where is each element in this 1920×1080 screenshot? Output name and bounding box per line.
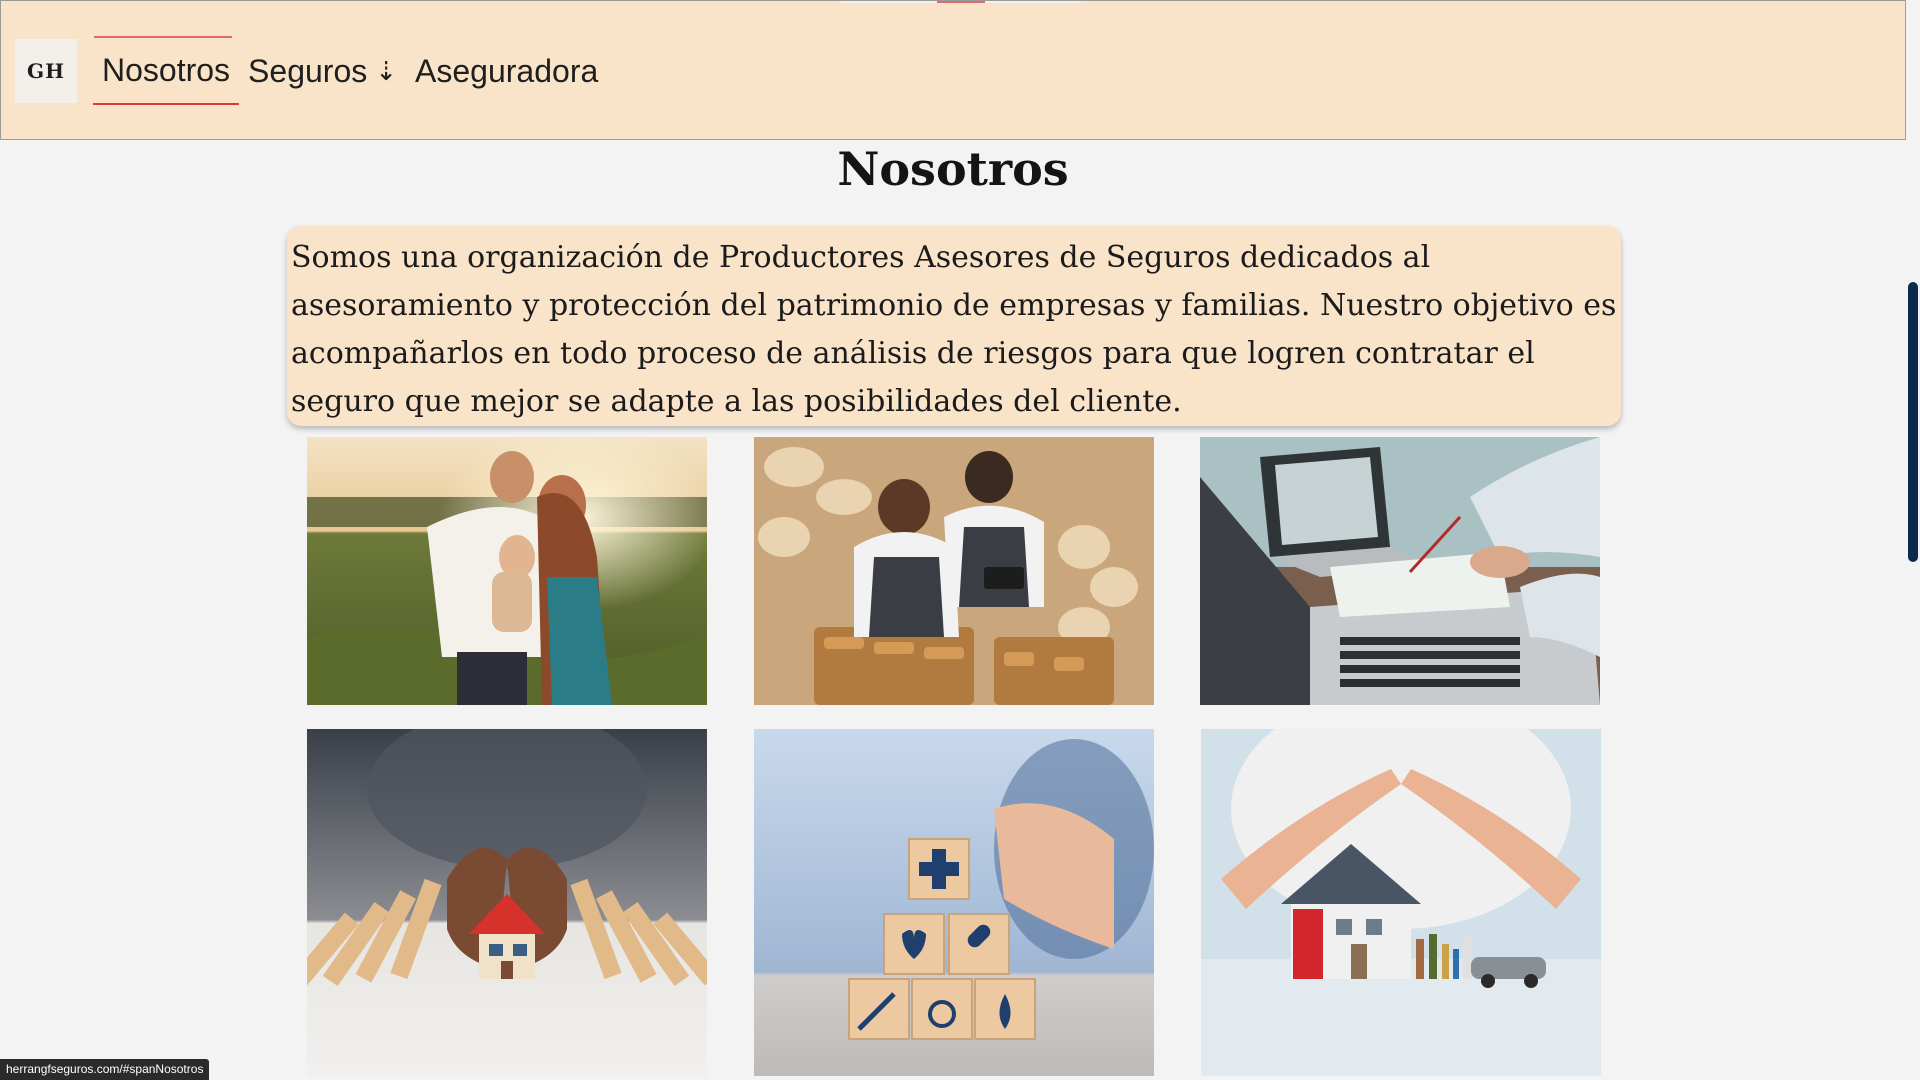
nav-item-aseguradora[interactable]: Aseguradora bbox=[406, 37, 607, 105]
photo-health-blocks bbox=[754, 729, 1154, 1076]
top-navbar: GH Nosotros Seguros ⇣ Aseguradora bbox=[0, 0, 1906, 140]
intro-text: Somos una organización de Productores As… bbox=[291, 240, 1617, 419]
photo-dominoes-house bbox=[307, 729, 707, 1076]
nav-item-nosotros[interactable]: Nosotros bbox=[93, 37, 240, 105]
top-accent-marker bbox=[937, 1, 985, 3]
main-nav: Nosotros Seguros ⇣ Aseguradora bbox=[93, 37, 607, 105]
nav-item-seguros[interactable]: Seguros ⇣ bbox=[239, 37, 406, 105]
logo-text: GH bbox=[27, 59, 65, 83]
site-logo[interactable]: GH bbox=[15, 39, 77, 103]
photo-house-family bbox=[1201, 729, 1601, 1076]
photo-laptop bbox=[1200, 437, 1600, 705]
status-bar-url: herrangfseguros.com/#spanNosotros bbox=[0, 1059, 210, 1080]
intro-card: Somos una organización de Productores As… bbox=[287, 226, 1621, 426]
vertical-scrollbar-thumb[interactable] bbox=[1908, 282, 1918, 562]
page-title: Nosotros bbox=[837, 142, 1069, 196]
photo-bakery bbox=[754, 437, 1154, 705]
nav-item-label: Nosotros bbox=[102, 51, 231, 88]
nav-item-label: Seguros bbox=[248, 52, 368, 89]
photo-family bbox=[307, 437, 707, 705]
nav-item-label: Aseguradora bbox=[415, 52, 599, 89]
arrow-down-icon: ⇣ bbox=[375, 55, 398, 86]
